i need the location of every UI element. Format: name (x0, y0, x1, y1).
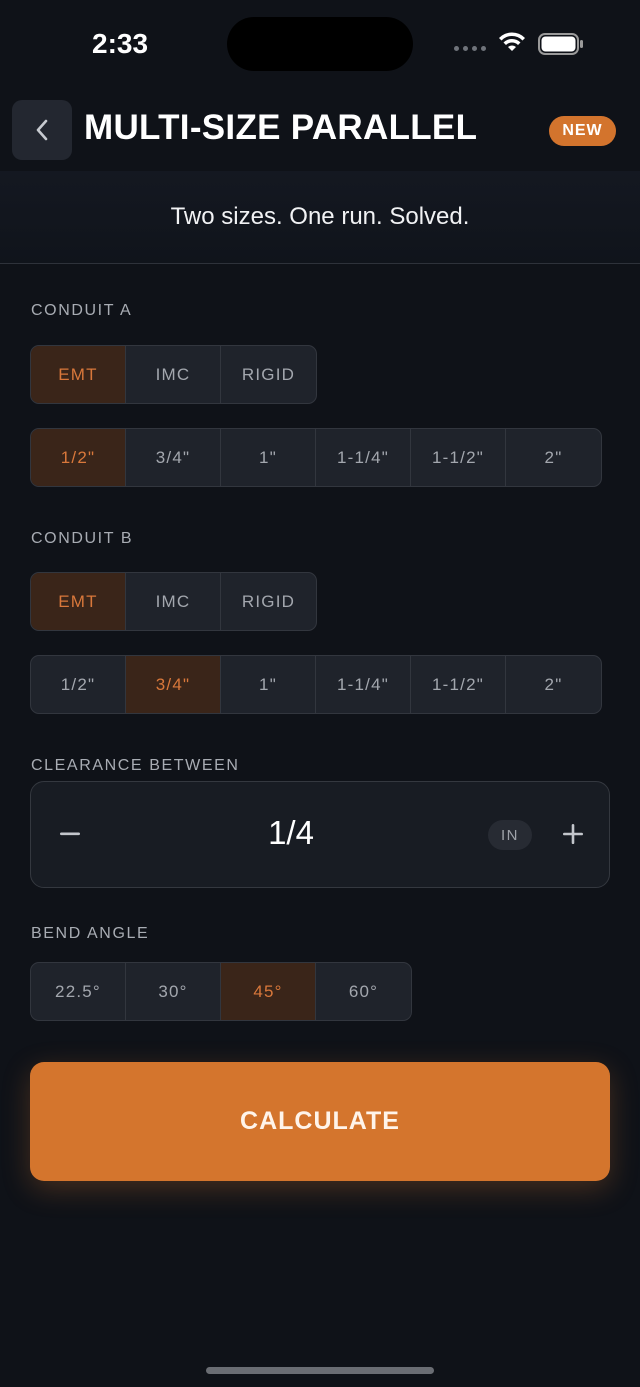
bend-angle-option[interactable]: 45° (221, 963, 316, 1020)
conduit-a-size-option[interactable]: 1-1/2" (411, 429, 506, 486)
clearance-stepper: 1/4 IN (30, 781, 610, 888)
conduit-a-type-selector: EMT IMC RIGID (30, 345, 317, 404)
new-badge: NEW (549, 116, 616, 146)
conduit-a-size-option[interactable]: 1" (221, 429, 316, 486)
conduit-b-size-option[interactable]: 3/4" (126, 656, 221, 713)
cellular-signal-icon (454, 46, 486, 51)
conduit-b-type-rigid[interactable]: RIGID (221, 573, 316, 630)
page-title: MULTI-SIZE PARALLEL (84, 108, 478, 147)
bend-angle-option[interactable]: 30° (126, 963, 221, 1020)
status-bar: 2:33 (0, 0, 640, 90)
conduit-a-size-option[interactable]: 1/2" (31, 429, 126, 486)
conduit-a-size-selector: 1/2" 3/4" 1" 1-1/4" 1-1/2" 2" (30, 428, 602, 487)
clearance-value[interactable]: 1/4 (31, 814, 551, 852)
conduit-a-size-option[interactable]: 1-1/4" (316, 429, 411, 486)
conduit-b-size-selector: 1/2" 3/4" 1" 1-1/4" 1-1/2" 2" (30, 655, 602, 714)
conduit-b-size-option[interactable]: 1-1/4" (316, 656, 411, 713)
back-button[interactable] (12, 100, 72, 160)
conduit-a-type-rigid[interactable]: RIGID (221, 346, 316, 403)
conduit-b-type-selector: EMT IMC RIGID (30, 572, 317, 631)
chevron-left-icon (36, 119, 48, 141)
header: MULTI-SIZE PARALLEL (0, 98, 640, 170)
bend-angle-label: BEND ANGLE (31, 925, 150, 942)
conduit-a-label: CONDUIT A (31, 302, 133, 319)
wifi-icon (499, 32, 525, 51)
conduit-a-type-emt[interactable]: EMT (31, 346, 126, 403)
home-indicator (206, 1367, 434, 1374)
conduit-a-type-imc[interactable]: IMC (126, 346, 221, 403)
bend-angle-selector: 22.5° 30° 45° 60° (30, 962, 412, 1021)
conduit-b-label: CONDUIT B (31, 530, 134, 547)
plus-icon (563, 824, 583, 844)
dynamic-island (227, 17, 413, 71)
conduit-a-size-option[interactable]: 3/4" (126, 429, 221, 486)
increment-button[interactable] (558, 819, 588, 849)
calculate-button[interactable]: CALCULATE (30, 1062, 610, 1181)
battery-icon (538, 33, 583, 55)
conduit-a-size-option[interactable]: 2" (506, 429, 601, 486)
conduit-b-type-imc[interactable]: IMC (126, 573, 221, 630)
conduit-b-size-option[interactable]: 1-1/2" (411, 656, 506, 713)
bend-angle-option[interactable]: 60° (316, 963, 411, 1020)
tagline-banner: Two sizes. One run. Solved. (0, 171, 640, 264)
clearance-label: CLEARANCE BETWEEN (31, 757, 240, 774)
tagline: Two sizes. One run. Solved. (170, 203, 470, 230)
status-time: 2:33 (92, 28, 149, 59)
conduit-b-size-option[interactable]: 1/2" (31, 656, 126, 713)
unit-toggle[interactable]: IN (488, 820, 532, 850)
conduit-b-size-option[interactable]: 2" (506, 656, 601, 713)
conduit-b-type-emt[interactable]: EMT (31, 573, 126, 630)
bend-angle-option[interactable]: 22.5° (31, 963, 126, 1020)
conduit-b-size-option[interactable]: 1" (221, 656, 316, 713)
